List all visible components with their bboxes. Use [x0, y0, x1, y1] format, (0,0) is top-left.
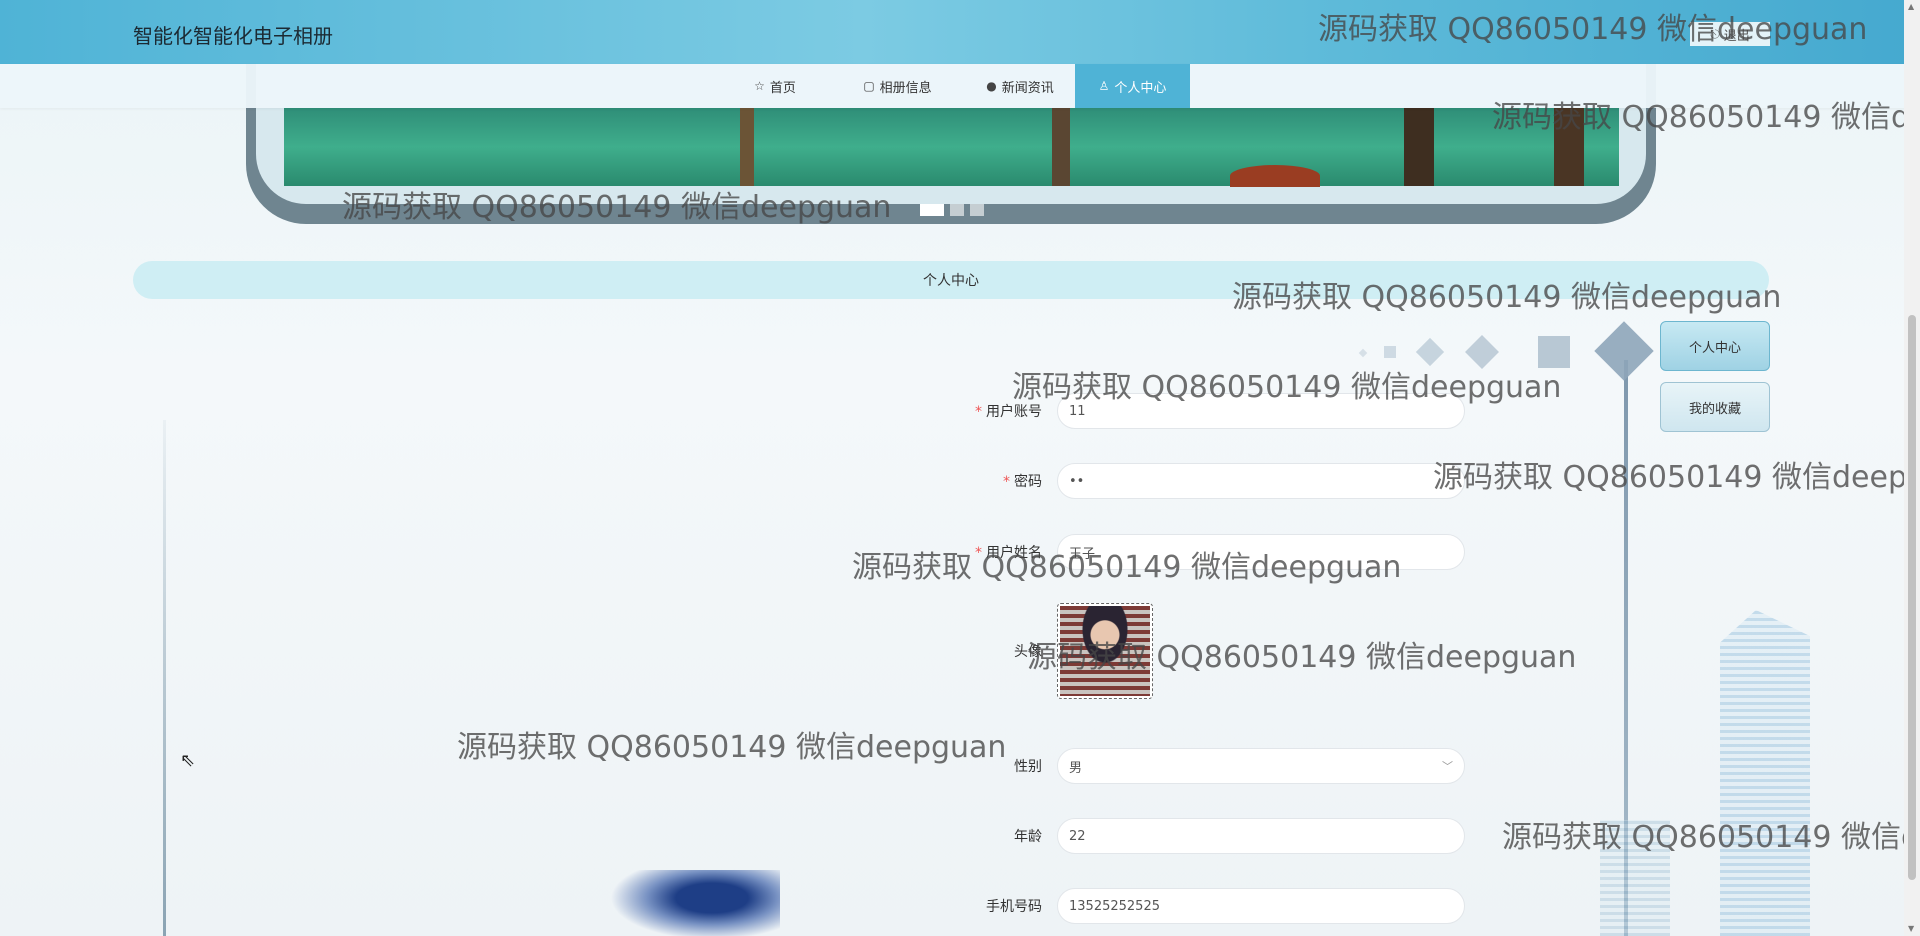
- gender-select[interactable]: 男 ﹀: [1057, 748, 1465, 784]
- form-row-password: * 密码: [900, 461, 1465, 501]
- background-building: [1720, 610, 1810, 936]
- bag-icon: ▢: [863, 79, 875, 93]
- nav-item-profile[interactable]: ♙ 个人中心: [1075, 64, 1190, 108]
- nav-item-label: 首页: [769, 80, 796, 96]
- name-label: * 用户姓名: [975, 545, 1042, 561]
- scroll-up-icon[interactable]: ▲: [1908, 2, 1914, 11]
- form-row-name: * 用户姓名: [900, 532, 1465, 572]
- logout-icon: ⎋: [1710, 26, 1720, 41]
- star-icon: ☆: [754, 79, 765, 93]
- section-title: 个人中心: [923, 273, 979, 289]
- scroll-down-icon[interactable]: ▼: [1908, 924, 1914, 933]
- user-icon: ♙: [1098, 79, 1110, 93]
- carousel-dot-1[interactable]: [920, 204, 944, 216]
- scroll-thumb[interactable]: [1908, 315, 1916, 880]
- side-menu-label: 个人中心: [1688, 340, 1741, 356]
- side-menu-favorites[interactable]: 我的收藏: [1660, 382, 1770, 432]
- banner-image: [284, 108, 1619, 186]
- gender-value: 男: [1069, 760, 1083, 776]
- account-input[interactable]: [1057, 393, 1465, 429]
- form-row-gender: 性别 男 ﹀: [900, 746, 1465, 786]
- password-label: * 密码: [1003, 474, 1042, 490]
- nav-item-label: 个人中心: [1114, 80, 1167, 96]
- avatar-image: [1060, 606, 1150, 696]
- info-icon: ●: [986, 79, 997, 93]
- nav-item-label: 相册信息: [879, 80, 932, 96]
- avatar-upload[interactable]: [1057, 603, 1153, 699]
- background-building-small: [1600, 820, 1670, 936]
- site-title: 智能化智能化电子相册: [133, 24, 333, 48]
- age-label: 年龄: [1014, 829, 1042, 845]
- form-row-age: 年龄: [900, 816, 1465, 856]
- required-mark: *: [975, 545, 982, 561]
- header: 智能化智能化电子相册 ⎋ 退出: [0, 0, 1920, 64]
- logout-button[interactable]: ⎋ 退出: [1690, 22, 1770, 46]
- phone-label: 手机号码: [986, 899, 1042, 915]
- carousel-dot-2[interactable]: [950, 204, 964, 216]
- page-scrollbar[interactable]: ▲ ▼: [1904, 0, 1920, 936]
- nav-item-home[interactable]: ☆ 首页: [720, 64, 830, 108]
- form-row-account: * 用户账号: [900, 391, 1465, 431]
- carousel-indicators: [920, 204, 984, 216]
- nav-item-albums[interactable]: ▢ 相册信息: [830, 64, 965, 108]
- carousel-dot-3[interactable]: [970, 204, 984, 216]
- name-input[interactable]: [1057, 534, 1465, 570]
- logout-label: 退出: [1723, 27, 1750, 43]
- side-menu-label: 我的收藏: [1688, 401, 1741, 417]
- phone-input[interactable]: [1057, 888, 1465, 924]
- gender-label: 性别: [1014, 759, 1042, 775]
- form-row-phone: 手机号码: [900, 886, 1465, 926]
- account-label: * 用户账号: [975, 404, 1042, 420]
- background-pole-left: [163, 420, 166, 936]
- section-title-bar: 个人中心: [133, 261, 1769, 299]
- required-mark: *: [1003, 474, 1010, 490]
- chevron-down-icon: ﹀: [1442, 760, 1453, 773]
- background-diamonds: [1358, 321, 1660, 390]
- password-input[interactable]: [1057, 463, 1465, 499]
- nav-item-news[interactable]: ● 新闻资讯: [965, 64, 1075, 108]
- side-menu-profile[interactable]: 个人中心: [1660, 321, 1770, 371]
- form-row-avatar: 头像: [900, 601, 1153, 701]
- banner-boat: [1230, 165, 1320, 187]
- required-mark: *: [975, 404, 982, 420]
- nav-item-label: 新闻资讯: [1001, 80, 1054, 96]
- age-input[interactable]: [1057, 818, 1465, 854]
- avatar-label: 头像: [1014, 644, 1042, 660]
- mouse-cursor-icon: ⇖: [180, 750, 196, 771]
- background-ink-splash: [610, 870, 780, 936]
- main-nav: ☆ 首页 ▢ 相册信息 ● 新闻资讯 ♙ 个人中心: [0, 64, 1920, 108]
